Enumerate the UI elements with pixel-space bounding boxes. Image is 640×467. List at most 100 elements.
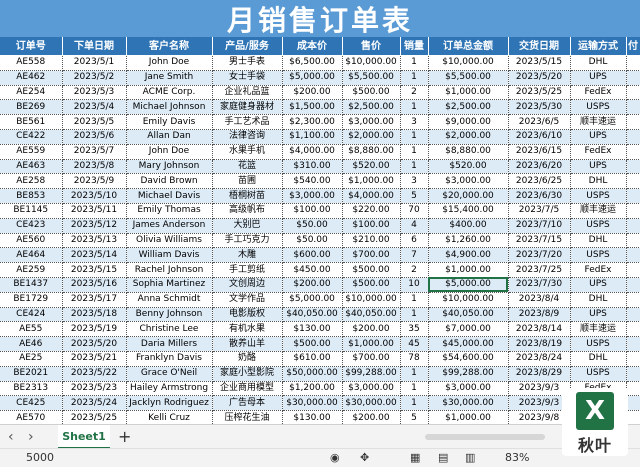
table-cell[interactable]: $10,000.00 [342, 292, 401, 308]
table-cell[interactable]: 2023/5/25 [508, 85, 571, 101]
table-cell[interactable]: 1 [400, 395, 429, 412]
table-cell[interactable]: 苗圃 [212, 173, 283, 190]
table-cell[interactable]: $40,050.00 [342, 307, 401, 323]
table-cell[interactable]: $10,000.00 [342, 55, 401, 71]
table-cell[interactable]: BE1437 [0, 277, 63, 293]
table-cell[interactable]: $4,000.00 [282, 144, 343, 160]
table-cell[interactable]: 3 [400, 173, 429, 190]
table-cell[interactable]: $2,500.00 [428, 99, 509, 116]
table-cell[interactable]: AE463 [0, 159, 63, 175]
table-cell[interactable]: 木雕 [212, 247, 283, 264]
table-cell[interactable]: 1 [400, 55, 429, 71]
table-cell[interactable]: $3,000.00 [342, 381, 401, 397]
table-cell[interactable]: Daria Millers [126, 336, 213, 352]
table-cell[interactable]: $220.00 [342, 203, 401, 219]
table-cell[interactable]: $45,000.00 [428, 336, 509, 352]
table-cell[interactable]: $10,000.00 [428, 55, 509, 71]
table-cell[interactable]: CE424 [0, 307, 63, 323]
table-cell[interactable]: 2023/5/4 [62, 99, 127, 116]
table-cell[interactable]: $20,000.00 [428, 188, 509, 204]
table-cell[interactable]: 高级帆布 [212, 203, 283, 219]
table-cell[interactable]: $100.00 [342, 218, 401, 234]
table-cell[interactable]: $1,000.00 [428, 85, 509, 101]
table-cell[interactable]: $50.00 [282, 218, 343, 234]
table-cell[interactable]: BE853 [0, 188, 63, 204]
table-cell[interactable]: 法律咨询 [212, 129, 283, 145]
table-cell[interactable] [626, 321, 640, 338]
table-cell[interactable]: $130.00 [282, 321, 343, 338]
table-cell[interactable]: Michael Davis [126, 188, 213, 204]
table-cell[interactable]: $540.00 [282, 173, 343, 190]
table-cell[interactable]: USPS [570, 188, 627, 204]
table-cell[interactable]: John Doe [126, 144, 213, 160]
table-cell[interactable]: 2023/6/25 [508, 173, 571, 190]
chevron-right-icon[interactable]: › [28, 429, 34, 445]
table-cell[interactable]: $310.00 [282, 159, 343, 175]
table-cell[interactable] [626, 70, 640, 86]
table-cell[interactable]: $520.00 [342, 159, 401, 175]
table-cell[interactable]: Christine Lee [126, 321, 213, 338]
table-cell[interactable]: 1 [400, 159, 429, 175]
table-cell[interactable]: DHL [570, 173, 627, 190]
table-cell[interactable]: $1,200.00 [282, 381, 343, 397]
table-cell[interactable] [626, 336, 640, 352]
table-cell[interactable]: $200.00 [342, 321, 401, 338]
table-cell[interactable]: BE1729 [0, 292, 63, 308]
table-cell[interactable]: $5,000.00 [282, 70, 343, 86]
table-cell[interactable]: 2023/8/19 [508, 336, 571, 352]
table-cell[interactable]: $500.00 [342, 85, 401, 101]
table-cell[interactable]: 奶酪 [212, 351, 283, 367]
table-cell[interactable]: 1 [400, 381, 429, 397]
table-cell[interactable]: 2023/5/8 [62, 159, 127, 175]
table-cell[interactable]: 2023/6/5 [508, 114, 571, 130]
table-cell[interactable]: $700.00 [342, 247, 401, 264]
table-cell[interactable] [626, 307, 640, 323]
table-cell[interactable]: $54,600.00 [428, 351, 509, 367]
table-cell[interactable]: James Anderson [126, 218, 213, 234]
table-cell[interactable]: $5,000.00 [428, 277, 509, 293]
table-cell[interactable]: 2023/7/25 [508, 262, 571, 278]
table-cell[interactable]: $6,500.00 [282, 55, 343, 71]
table-cell[interactable]: 2023/5/23 [62, 381, 127, 397]
table-cell[interactable]: BE1145 [0, 203, 63, 219]
column-header[interactable]: 产品/服务 [212, 37, 283, 56]
table-cell[interactable] [626, 247, 640, 264]
table-cell[interactable]: Jacklyn Rodriguez [126, 395, 213, 412]
table-cell[interactable] [626, 114, 640, 130]
table-cell[interactable]: 6 [400, 233, 429, 249]
table-cell[interactable]: 花篮 [212, 159, 283, 175]
table-cell[interactable]: DHL [570, 351, 627, 367]
table-cell[interactable]: 2023/8/29 [508, 366, 571, 382]
table-cell[interactable]: FedEx [570, 144, 627, 160]
table-cell[interactable]: ACME Corp. [126, 85, 213, 101]
table-cell[interactable]: Hailey Armstrong [126, 381, 213, 397]
table-cell[interactable]: $210.00 [342, 233, 401, 249]
table-cell[interactable]: 2023/5/20 [508, 70, 571, 86]
table-cell[interactable] [626, 188, 640, 204]
table-cell[interactable]: Allan Dan [126, 129, 213, 145]
table-cell[interactable]: 1 [400, 99, 429, 116]
column-header[interactable]: 销量 [400, 37, 429, 56]
chevron-left-icon[interactable]: ‹ [8, 429, 14, 445]
table-cell[interactable]: 有机水果 [212, 321, 283, 338]
table-cell[interactable]: 企业商用模型 [212, 381, 283, 397]
table-cell[interactable]: AE254 [0, 85, 63, 101]
table-cell[interactable]: Anna Schmidt [126, 292, 213, 308]
table-cell[interactable]: Sophia Martinez [126, 277, 213, 293]
table-cell[interactable] [626, 144, 640, 160]
table-cell[interactable]: USPS [570, 336, 627, 352]
table-cell[interactable]: $30,000.00 [282, 395, 343, 412]
table-cell[interactable]: 10 [400, 277, 429, 293]
table-cell[interactable]: AE462 [0, 70, 63, 86]
table-cell[interactable]: $500.00 [282, 336, 343, 352]
table-cell[interactable]: $3,000.00 [342, 114, 401, 130]
table-cell[interactable]: 2023/5/10 [62, 188, 127, 204]
table-cell[interactable]: $100.00 [282, 203, 343, 219]
table-cell[interactable]: 5 [400, 188, 429, 204]
table-cell[interactable]: 1 [400, 307, 429, 323]
table-cell[interactable]: 广告母本 [212, 395, 283, 412]
table-cell[interactable]: $2,300.00 [282, 114, 343, 130]
table-cell[interactable]: 2023/5/15 [62, 262, 127, 278]
table-cell[interactable]: Benny Johnson [126, 307, 213, 323]
table-cell[interactable]: $1,000.00 [342, 173, 401, 190]
